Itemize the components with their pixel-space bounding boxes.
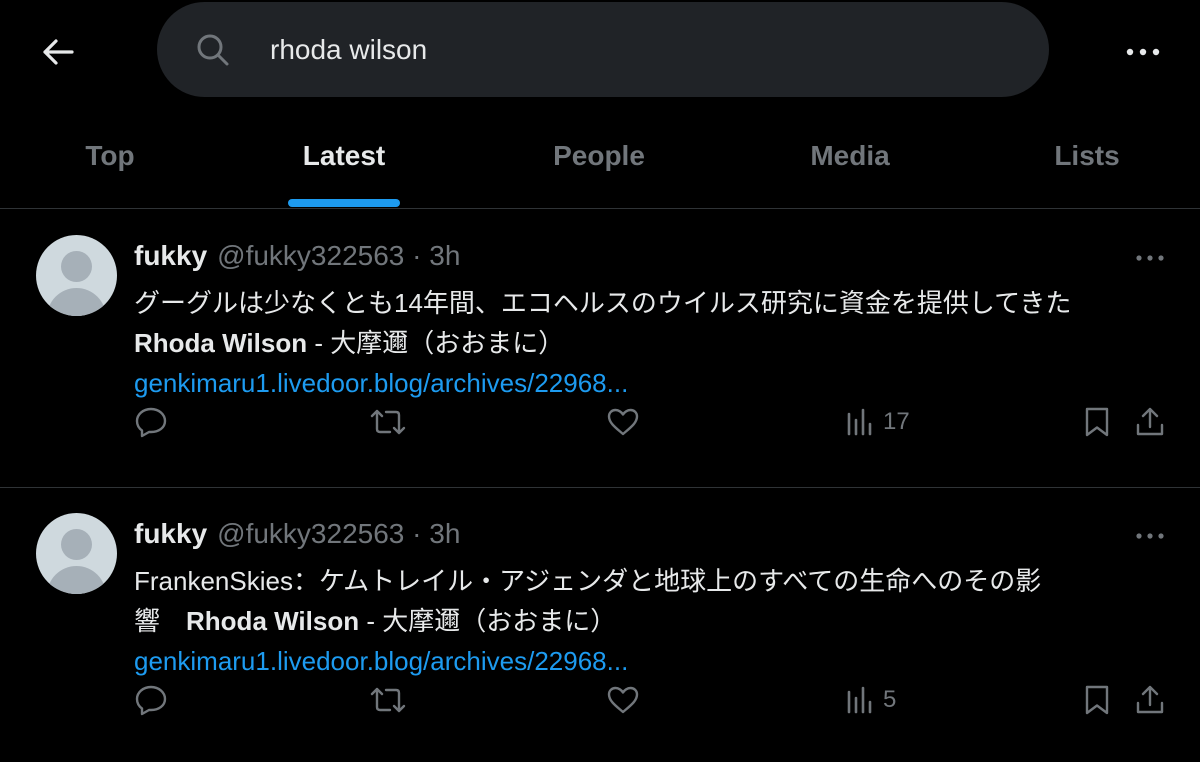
avatar-head-shape [61, 529, 92, 560]
separator-dot: · [404, 518, 430, 549]
tweet[interactable]: fukky @fukky322563 · 3h FrankenSkies：ケムト… [0, 487, 1200, 762]
tab-lists[interactable]: Lists [1037, 104, 1137, 208]
analytics-icon [847, 408, 872, 436]
user-handle[interactable]: @fukky322563 [217, 518, 404, 550]
tweet-text-line: グーグルは少なくとも14年間、エコヘルスのウイルス研究に資金を提供してきた [134, 288, 1072, 318]
tweet-time[interactable]: 3h [429, 518, 460, 550]
tweet-actions: 5 [0, 677, 1200, 723]
analytics-icon [847, 686, 872, 714]
like-button[interactable] [606, 677, 640, 723]
bold-author-name: Rhoda Wilson [134, 328, 308, 358]
views-button[interactable]: 17 [845, 399, 910, 445]
tweet-text: FrankenSkies：ケムトレイル・アジェンダと地球上のすべての生命へのその… [134, 561, 1144, 681]
search-box[interactable] [157, 2, 1049, 97]
tweet[interactable]: fukky @fukky322563 · 3h グーグルは少なくとも14年間、エ… [0, 209, 1200, 484]
tweet-more-button[interactable] [1125, 523, 1175, 549]
text-prefix: 響 [134, 606, 187, 636]
source-name: - 大摩邇（おおまに） [359, 606, 617, 636]
tab-media[interactable]: Media [785, 104, 915, 208]
avatar-body-shape [47, 566, 106, 594]
avatar[interactable] [36, 235, 117, 316]
retweet-button[interactable] [369, 399, 407, 445]
tweet-time[interactable]: 3h [429, 240, 460, 272]
tweet-link[interactable]: genkimaru1.livedoor.blog/archives/22968.… [134, 641, 1144, 681]
bookmark-icon [1085, 685, 1109, 715]
search-icon [197, 34, 229, 66]
share-icon [1136, 407, 1164, 436]
active-tab-indicator [288, 199, 400, 207]
share-button[interactable] [1134, 399, 1166, 445]
tab-latest[interactable]: Latest [284, 104, 404, 208]
views-button[interactable]: 5 [845, 677, 896, 723]
bookmark-button[interactable] [1083, 399, 1111, 445]
search-tabs: Top Latest People Media Lists [0, 104, 1200, 208]
share-button[interactable] [1134, 677, 1166, 723]
more-horizontal-icon [1126, 48, 1160, 56]
retweet-icon [370, 687, 406, 713]
user-handle[interactable]: @fukky322563 [217, 240, 404, 272]
separator-dot: · [404, 240, 430, 271]
tweet-text-line: Rhoda Wilson - 大摩邇（おおまに） [134, 323, 1144, 363]
display-name[interactable]: fukky [134, 240, 207, 272]
views-count: 5 [883, 686, 897, 713]
views-count: 17 [883, 408, 910, 435]
reply-icon [135, 407, 167, 438]
reply-button[interactable] [134, 677, 168, 723]
search-header [0, 0, 1200, 100]
tweet-text: グーグルは少なくとも14年間、エコヘルスのウイルス研究に資金を提供してきた Rh… [134, 283, 1144, 403]
bold-author-name: Rhoda Wilson [186, 606, 360, 636]
more-options-button[interactable] [1118, 30, 1168, 74]
avatar[interactable] [36, 513, 117, 594]
arrow-left-icon [43, 39, 74, 65]
tab-people[interactable]: People [529, 104, 669, 208]
tweet-link[interactable]: genkimaru1.livedoor.blog/archives/22968.… [134, 363, 1144, 403]
more-horizontal-icon [1136, 255, 1164, 261]
tweet-header: fukky @fukky322563 · 3h [134, 238, 460, 274]
more-horizontal-icon [1136, 533, 1164, 539]
retweet-icon [370, 409, 406, 435]
bookmark-button[interactable] [1083, 677, 1111, 723]
tweet-text-line: FrankenSkies：ケムトレイル・アジェンダと地球上のすべての生命へのその… [134, 566, 1042, 596]
heart-icon [607, 686, 639, 714]
reply-icon [135, 685, 167, 716]
like-button[interactable] [606, 399, 640, 445]
tweet-more-button[interactable] [1125, 245, 1175, 271]
retweet-button[interactable] [369, 677, 407, 723]
tweet-header: fukky @fukky322563 · 3h [134, 516, 460, 552]
tweet-actions: 17 [0, 399, 1200, 445]
tab-top[interactable]: Top [50, 104, 170, 208]
bookmark-icon [1085, 407, 1109, 437]
heart-icon [607, 408, 639, 436]
tweet-text-line: 響 Rhoda Wilson - 大摩邇（おおまに） [134, 601, 1144, 641]
source-name: - 大摩邇（おおまに） [307, 328, 565, 358]
search-input[interactable] [270, 30, 1010, 70]
back-button[interactable] [36, 30, 80, 74]
reply-button[interactable] [134, 399, 168, 445]
display-name[interactable]: fukky [134, 518, 207, 550]
share-icon [1136, 685, 1164, 714]
avatar-head-shape [61, 251, 92, 282]
avatar-body-shape [47, 288, 106, 316]
